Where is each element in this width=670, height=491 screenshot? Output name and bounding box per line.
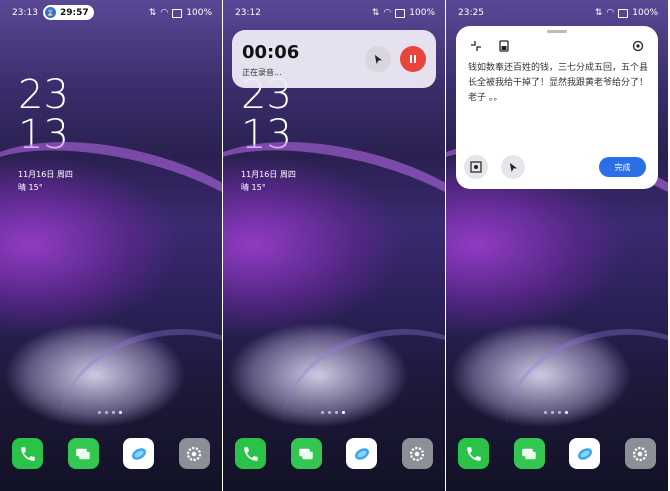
pause-icon (410, 55, 416, 63)
sim-icon (172, 8, 183, 18)
drag-handle[interactable] (547, 30, 567, 33)
signal-icon: ⇅ (371, 8, 380, 18)
date-label: 11月16日 周四 (18, 170, 73, 179)
signal-icon: ⇅ (594, 8, 603, 18)
status-icons: ⇅ ◠ 100% (149, 8, 212, 18)
transcription-text: 钱如数奉还百姓的钱，三七分成五回，五个县长全被我给干掉了！显然我跟黄老爷给分了！… (468, 63, 649, 103)
pointer-icon (374, 54, 382, 64)
status-icons: ⇅ ◠ 100% (372, 8, 435, 18)
phone-app-icon[interactable] (235, 438, 267, 469)
wifi-icon: ◠ (606, 8, 615, 18)
date-label: 11月16日 周四 (241, 170, 296, 179)
pointer-icon (509, 162, 517, 172)
date-weather: 11月16日 周四 晴 15° (18, 168, 73, 194)
recording-status: 正在录音... (242, 68, 282, 77)
clock-minute: 13 (241, 112, 292, 158)
weather-label: 晴 15° (241, 183, 266, 192)
page-indicator (98, 411, 122, 414)
page-indicator (544, 411, 568, 414)
sim-icon (618, 8, 629, 18)
phone-lockscreen-2: 23:12 ⇅ ◠ 100% 23 13 11月16日 周四 晴 15° 00:… (223, 0, 445, 491)
wifi-icon: ◠ (160, 8, 169, 18)
messages-app-icon[interactable] (290, 438, 322, 469)
status-bar: 23:13 ⌛ 29:57 ⇅ ◠ 100% (0, 0, 222, 26)
date-weather: 11月16日 周四 晴 15° (241, 168, 296, 194)
transcription-card: 钱如数奉还百姓的钱，三七分成五回，五个县长全被我给干掉了！显然我跟黄老爷给分了！… (456, 26, 658, 189)
status-time: 23:25 (458, 8, 484, 18)
dock (0, 438, 222, 469)
pause-button[interactable] (400, 46, 426, 72)
weather-label: 晴 15° (18, 183, 43, 192)
browser-app-icon[interactable] (346, 438, 378, 469)
dock (223, 438, 445, 469)
device-icon[interactable] (496, 38, 512, 54)
battery-label: 100% (409, 8, 435, 18)
collapse-icon[interactable] (468, 38, 484, 54)
status-icons: ⇅ ◠ 100% (595, 8, 658, 18)
recording-card[interactable]: 00:06 正在录音... (232, 30, 436, 88)
signal-icon: ⇅ (148, 8, 157, 18)
settings-app-icon[interactable] (178, 438, 210, 469)
screenshot-row: 23:13 ⌛ 29:57 ⇅ ◠ 100% 23 13 11月16日 周四 晴… (0, 0, 670, 491)
status-time: 23:13 (12, 8, 38, 18)
pointer-button[interactable] (365, 46, 391, 72)
messages-app-icon[interactable] (513, 438, 545, 469)
status-bar: 23:12 ⇅ ◠ 100% (223, 0, 445, 26)
lock-clock: 23 13 (18, 75, 69, 155)
status-time: 23:12 (235, 8, 261, 18)
clock-minute: 13 (18, 112, 69, 158)
settings-icon[interactable] (630, 38, 646, 54)
wifi-icon: ◠ (383, 8, 392, 18)
dock (446, 438, 668, 469)
sim-icon (395, 8, 406, 18)
messages-app-icon[interactable] (67, 438, 99, 469)
phone-homescreen-3: 23:25 ⇅ ◠ 100% 钱如数奉还百姓的钱，三七分成五回，五个县长全被我给… (446, 0, 668, 491)
clock-hour: 23 (18, 72, 69, 118)
scan-icon (470, 161, 482, 173)
status-bar: 23:25 ⇅ ◠ 100% (446, 0, 668, 26)
hourglass-icon: ⌛ (45, 7, 56, 18)
timer-pill[interactable]: ⌛ 29:57 (43, 5, 94, 20)
timer-value: 29:57 (60, 7, 89, 18)
battery-label: 100% (632, 8, 658, 18)
settings-app-icon[interactable] (401, 438, 433, 469)
pointer-button[interactable] (501, 155, 525, 179)
done-button[interactable]: 完成 (599, 157, 646, 177)
browser-app-icon[interactable] (569, 438, 601, 469)
page-indicator (321, 411, 345, 414)
settings-app-icon[interactable] (624, 438, 656, 469)
recording-elapsed: 00:06 (242, 42, 300, 63)
phone-lockscreen-1: 23:13 ⌛ 29:57 ⇅ ◠ 100% 23 13 11月16日 周四 晴… (0, 0, 222, 491)
scan-button[interactable] (464, 155, 488, 179)
phone-app-icon[interactable] (458, 438, 490, 469)
browser-app-icon[interactable] (123, 438, 155, 469)
battery-label: 100% (186, 8, 212, 18)
phone-app-icon[interactable] (12, 438, 44, 469)
